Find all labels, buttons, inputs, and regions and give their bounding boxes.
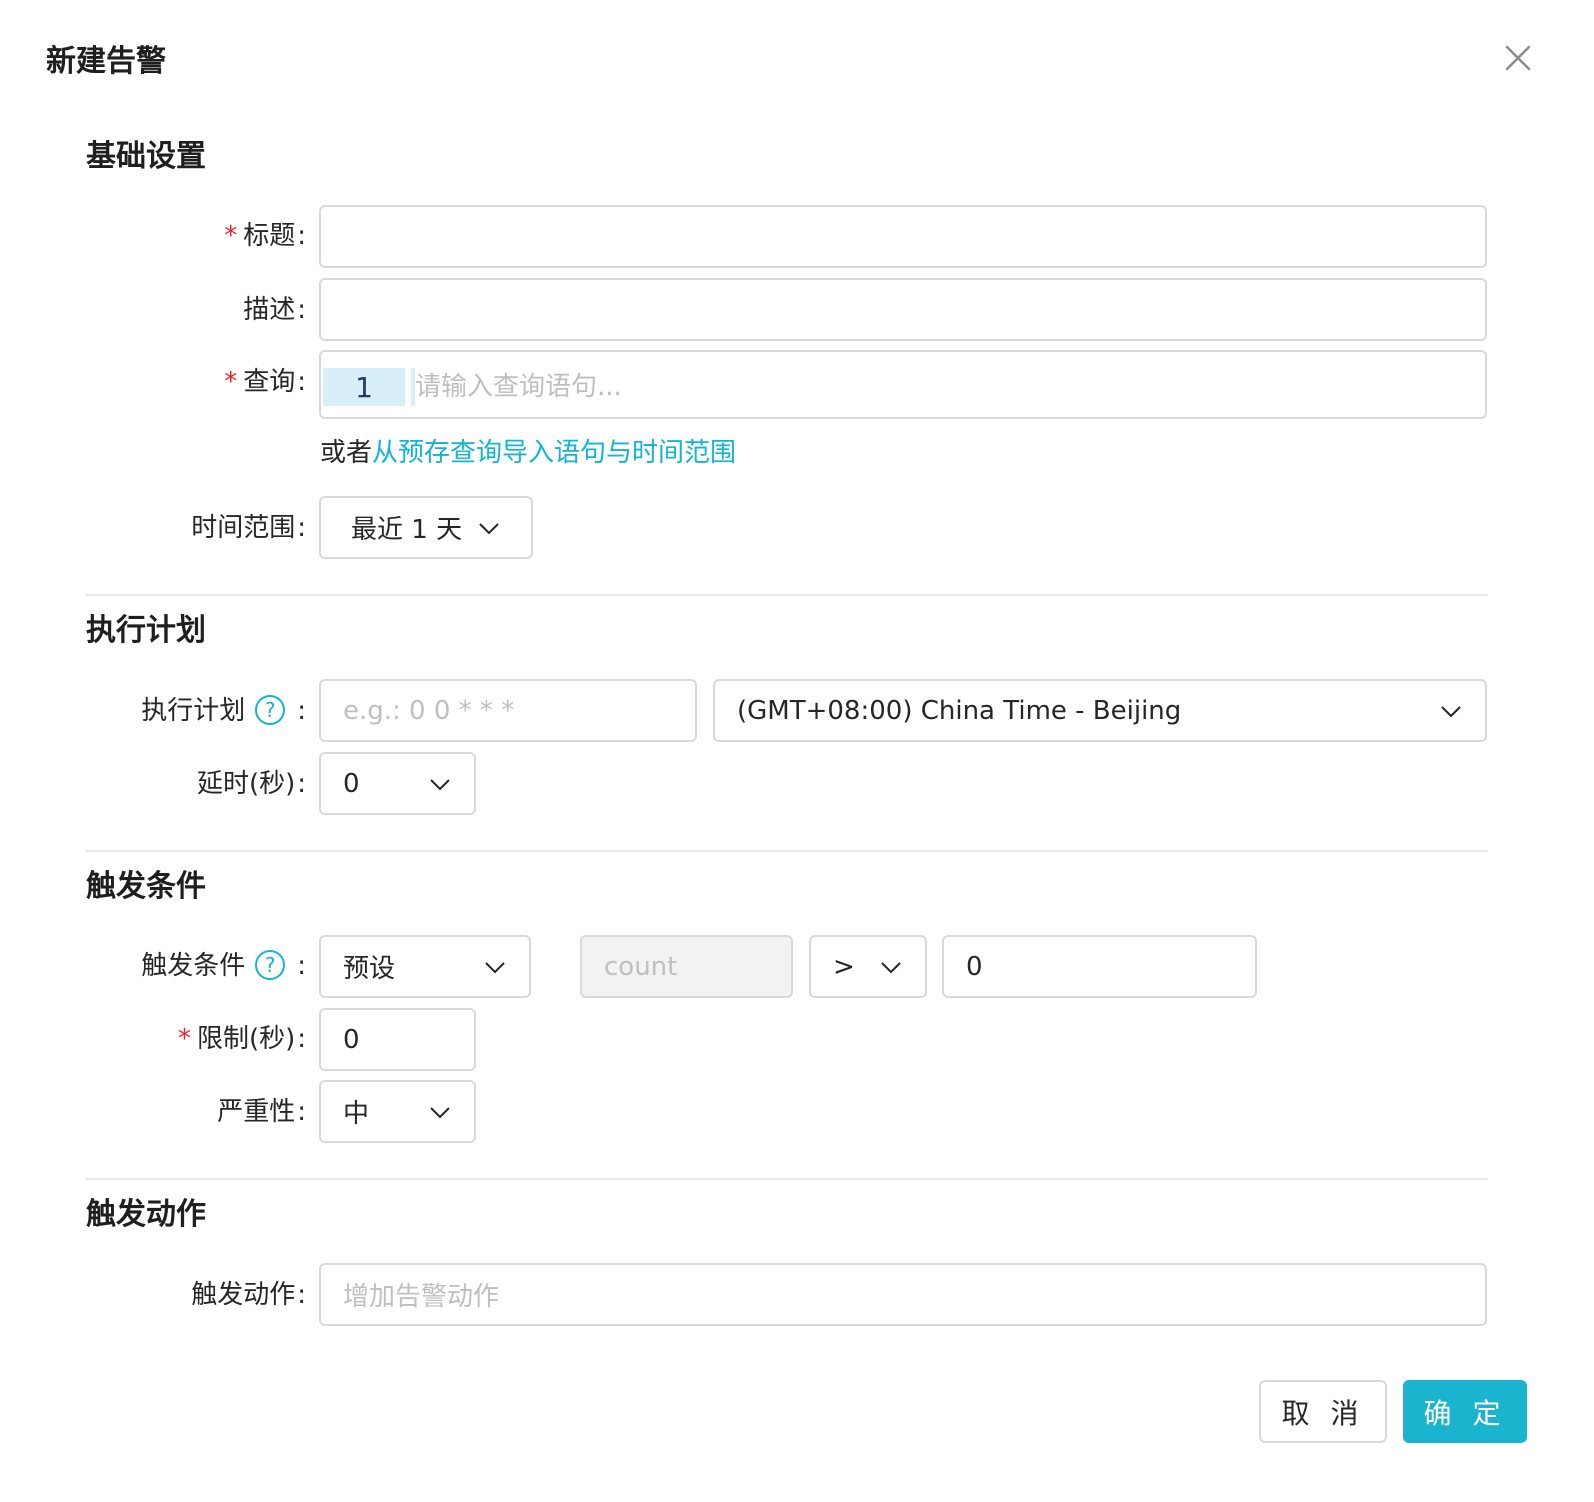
action-placeholder: 增加告警动作 (343, 1282, 500, 1312)
time-range-label-text: 时间范围 (191, 513, 296, 543)
severity-label: 严重性: (217, 1097, 306, 1127)
query-placeholder: 请输入查询语句... (415, 372, 622, 402)
trigger-label-text: 触发条件 (141, 951, 246, 981)
delay-label-text: 延时(秒) (196, 769, 296, 799)
section-title-basic: 基础设置 (86, 139, 206, 174)
close-icon (1496, 36, 1540, 80)
time-range-select[interactable]: 最近 1 天 (319, 496, 533, 559)
required-mark: * (224, 367, 238, 397)
query-editor[interactable]: 1 请输入查询语句... (319, 350, 1487, 419)
trigger-mode-select[interactable]: 预设 (319, 935, 531, 998)
time-range-label: 时间范围: (191, 513, 306, 543)
query-helper-prefix: 或者 (320, 438, 373, 468)
action-label: 触发动作: (191, 1280, 306, 1310)
trigger-field-input: count (580, 935, 793, 998)
trigger-field-placeholder: count (604, 951, 678, 982)
trigger-threshold-value: 0 (966, 951, 983, 982)
required-mark: * (224, 221, 238, 251)
required-mark: * (177, 1024, 191, 1054)
trigger-label: 触发条件?: (141, 949, 306, 981)
section-divider (86, 850, 1488, 852)
cancel-button[interactable]: 取 消 (1259, 1380, 1387, 1443)
section-divider (86, 1178, 1488, 1180)
section-divider (86, 594, 1488, 596)
limit-input[interactable]: 0 (319, 1008, 476, 1071)
question-circle-icon[interactable]: ? (255, 694, 286, 725)
description-input[interactable] (319, 278, 1487, 341)
time-range-value: 最近 1 天 (351, 515, 463, 545)
chevron-down-icon (428, 1100, 452, 1124)
delay-select[interactable]: 0 (319, 752, 476, 815)
limit-label: * 限制(秒): (177, 1024, 306, 1054)
ok-button[interactable]: 确 定 (1403, 1380, 1527, 1443)
new-alert-modal: 新建告警 基础设置 * 标题: 描述: * 查询: 1 请输入查询语句... 或者从… (0, 0, 1594, 1502)
chevron-down-icon (428, 772, 452, 796)
query-label-text: 查询 (243, 367, 296, 397)
timezone-select[interactable]: (GMT+08:00) China Time - Beijing (713, 679, 1487, 742)
import-saved-query-link[interactable]: 从预存查询导入语句与时间范围 (372, 438, 736, 468)
query-helper: 或者从预存查询导入语句与时间范围 (320, 432, 736, 474)
title-input[interactable] (319, 205, 1487, 268)
query-line-number: 1 (323, 368, 405, 406)
cron-placeholder: e.g.: 0 0 * * * (343, 695, 515, 726)
schedule-label: 执行计划?: (141, 694, 306, 726)
delay-label: 延时(秒): (196, 769, 306, 799)
section-title-trigger: 触发条件 (86, 869, 206, 904)
trigger-operator-value: > (833, 951, 855, 982)
section-title-action: 触发动作 (86, 1197, 206, 1232)
description-label: 描述: (243, 295, 306, 325)
chevron-down-icon (1439, 699, 1463, 723)
trigger-operator-select[interactable]: > (809, 935, 927, 998)
section-title-schedule: 执行计划 (86, 613, 206, 648)
modal-title: 新建告警 (46, 44, 166, 79)
action-label-text: 触发动作 (191, 1280, 296, 1310)
close-button[interactable] (1496, 36, 1540, 80)
cron-input[interactable]: e.g.: 0 0 * * * (319, 679, 697, 742)
title-label: * 标题: (224, 221, 306, 251)
trigger-threshold-input[interactable]: 0 (942, 935, 1257, 998)
limit-value: 0 (343, 1024, 360, 1055)
severity-label-text: 严重性 (217, 1097, 296, 1127)
query-label: * 查询: (224, 367, 306, 397)
title-label-text: 标题 (243, 221, 296, 251)
delay-value: 0 (343, 768, 360, 799)
add-alert-action-input[interactable]: 增加告警动作 (319, 1263, 1487, 1326)
chevron-down-icon (483, 955, 507, 979)
severity-value: 中 (343, 1099, 370, 1129)
schedule-label-text: 执行计划 (141, 696, 246, 726)
description-label-text: 描述 (243, 295, 296, 325)
question-circle-icon[interactable]: ? (255, 949, 286, 980)
trigger-mode-value: 预设 (343, 954, 396, 984)
limit-label-text: 限制(秒) (196, 1024, 296, 1054)
timezone-value: (GMT+08:00) China Time - Beijing (737, 695, 1182, 726)
chevron-down-icon (477, 516, 501, 540)
chevron-down-icon (879, 955, 903, 979)
severity-select[interactable]: 中 (319, 1080, 476, 1143)
